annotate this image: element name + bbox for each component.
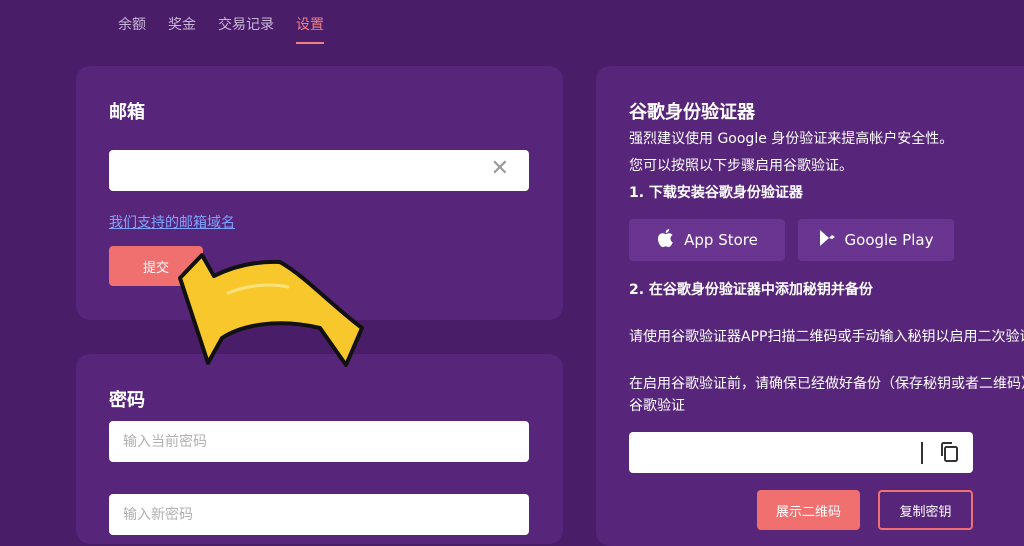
supported-domains-link[interactable]: 我们支持的邮箱域名 xyxy=(109,212,235,232)
new-password-placeholder: 输入新密码 xyxy=(123,507,193,523)
settings-tabs: 余额 奖金 交易记录 设置 xyxy=(118,14,324,44)
tab-transactions[interactable]: 交易记录 xyxy=(218,14,274,44)
copy-key-button[interactable]: 复制密钥 xyxy=(878,490,973,530)
google-play-label: Google Play xyxy=(844,231,934,249)
email-title: 邮箱 xyxy=(109,102,145,123)
current-password-placeholder: 输入当前密码 xyxy=(123,434,207,450)
ga-intro-line1: 强烈建议使用 Google 身份验证来提高帐户安全性。 xyxy=(629,131,954,147)
tab-bonus[interactable]: 奖金 xyxy=(168,14,196,44)
tab-balance[interactable]: 余额 xyxy=(118,14,146,44)
copy-icon[interactable] xyxy=(939,441,959,467)
password-title: 密码 xyxy=(109,390,145,411)
email-field[interactable]: ✕ xyxy=(109,150,529,191)
ga-step2: 2. 在谷歌身份验证器中添加秘钥并备份 xyxy=(629,282,873,298)
ga-step1: 1. 下载安装谷歌身份验证器 xyxy=(629,185,803,201)
ga-instruction1: 请使用谷歌验证器APP扫描二维码或手动输入秘钥以启用二次验证 xyxy=(629,329,1024,345)
app-store-label: App Store xyxy=(684,231,758,249)
ga-instruction2: 在启用谷歌验证前，请确保已经做好备份（保存秘钥或者二维码） xyxy=(629,376,1024,392)
google-play-icon xyxy=(819,229,835,251)
clear-icon[interactable]: ✕ xyxy=(491,158,509,180)
google-play-button[interactable]: Google Play xyxy=(798,219,954,261)
password-card: 密码 输入当前密码 输入新密码 xyxy=(76,354,563,544)
new-password-field[interactable]: 输入新密码 xyxy=(109,494,529,535)
show-qr-button[interactable]: 展示二维码 xyxy=(757,490,860,530)
tab-settings[interactable]: 设置 xyxy=(296,14,324,44)
ga-intro-line2: 您可以按照以下步骤启用谷歌验证。 xyxy=(629,158,853,174)
field-divider xyxy=(921,442,923,464)
secret-key-field[interactable] xyxy=(629,432,973,473)
pointer-arrow-icon xyxy=(178,253,364,367)
ga-instruction3: 谷歌验证 xyxy=(629,398,685,414)
app-store-button[interactable]: App Store xyxy=(629,219,785,261)
ga-title: 谷歌身份验证器 xyxy=(629,102,755,123)
apple-icon xyxy=(656,228,674,252)
google-authenticator-card: 谷歌身份验证器 强烈建议使用 Google 身份验证来提高帐户安全性。 您可以按… xyxy=(596,66,1024,546)
current-password-field[interactable]: 输入当前密码 xyxy=(109,421,529,462)
